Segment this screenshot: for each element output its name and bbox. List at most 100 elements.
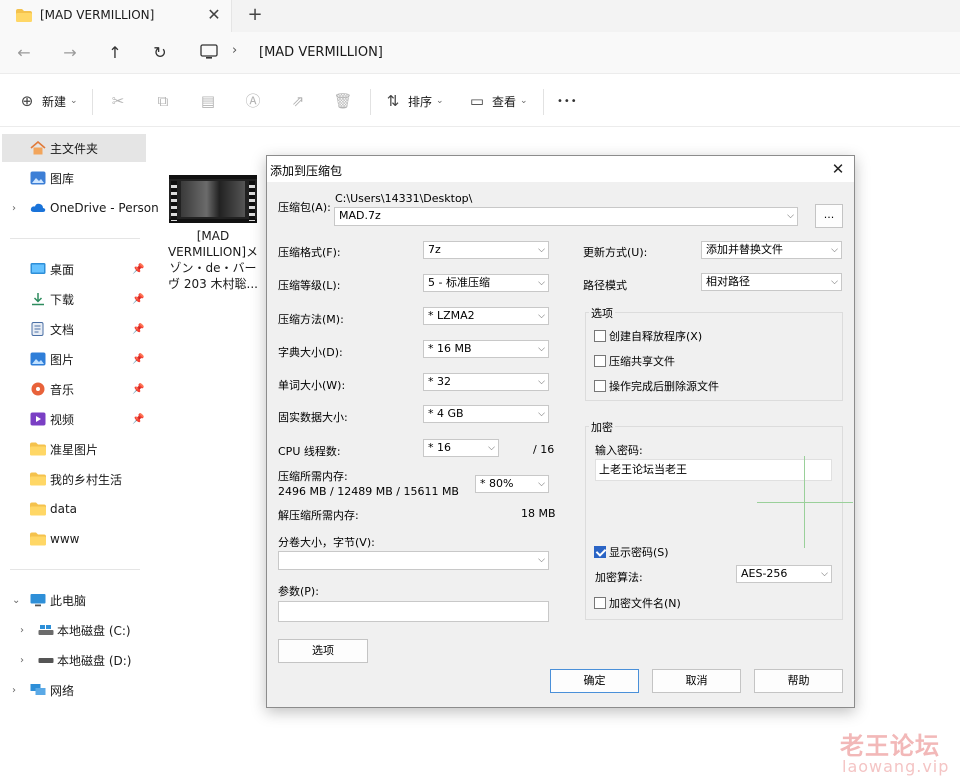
gallery-icon [30, 171, 46, 185]
sidebar-item-onedrive[interactable]: › OneDrive - Person [0, 194, 159, 222]
options-button[interactable]: 选项 [278, 639, 368, 663]
cut-icon[interactable]: ✂ [107, 90, 129, 112]
word-select[interactable]: * 32 ⌵ [423, 373, 549, 391]
split-label: 分卷大小，字节(V): [278, 536, 375, 549]
breadcrumb-current[interactable]: [MAD VERMILLION] [259, 45, 383, 60]
chevron-down-icon: ⌵ [538, 245, 545, 255]
computer-icon[interactable] [200, 44, 218, 60]
paste-icon[interactable]: ▤ [197, 90, 219, 112]
create-sfx-checkbox[interactable]: 创建自释放程序(X) [594, 328, 702, 344]
pin-icon[interactable]: 📌 [132, 324, 144, 335]
password-input[interactable]: 上老王论坛当老王 [595, 459, 832, 481]
sidebar-item-drive-c[interactable]: › 本地磁盘 (C:) [0, 616, 150, 644]
file-name-line: [MAD [196, 229, 230, 243]
encryption-method-select[interactable]: AES-256 ⌵ [736, 565, 832, 583]
back-arrow-icon[interactable]: ← [12, 41, 36, 65]
pin-icon[interactable]: 📌 [132, 414, 144, 425]
method-select[interactable]: * LZMA2 ⌵ [423, 307, 549, 325]
ok-button[interactable]: 确定 [550, 669, 639, 693]
sidebar-item-gallery[interactable]: 图库 [0, 164, 150, 192]
sidebar-item-label: OneDrive - Person [50, 201, 159, 215]
sidebar-item-folder[interactable]: 准星图片 [0, 435, 150, 463]
sidebar-item-label: 桌面 [50, 262, 75, 277]
chevron-right-icon[interactable]: › [12, 685, 16, 696]
sidebar-item-network[interactable]: › 网络 [0, 676, 150, 704]
close-tab-icon[interactable]: ✕ [204, 4, 224, 26]
update-mode-value: 添加并替换文件 [706, 243, 783, 256]
pin-icon[interactable]: 📌 [132, 354, 144, 365]
pin-icon[interactable]: 📌 [132, 294, 144, 305]
delete-after-checkbox[interactable]: 操作完成后删除源文件 [594, 378, 719, 394]
folder-icon [30, 442, 46, 456]
drive-icon [38, 625, 54, 635]
checkbox-box [594, 380, 606, 392]
sidebar-item-videos[interactable]: 视频 📌 [0, 405, 150, 433]
chevron-right-icon[interactable]: › [12, 203, 16, 214]
copy-icon[interactable]: ⧉ [152, 90, 174, 112]
sidebar-item-label: 本地磁盘 (D:) [57, 653, 132, 668]
refresh-icon[interactable]: ↻ [148, 41, 172, 65]
sidebar-item-folder[interactable]: www [0, 525, 150, 553]
sidebar-item-downloads[interactable]: 下载 📌 [0, 285, 150, 313]
sort-button[interactable]: ⇅ 排序 ⌄ [384, 89, 444, 113]
tab-mad-vermillion[interactable]: [MAD VERMILLION] ✕ [0, 0, 232, 32]
share-icon[interactable]: ⇗ [287, 90, 309, 112]
path-mode-select[interactable]: 相对路径 ⌵ [701, 273, 842, 291]
format-select[interactable]: 7z ⌵ [423, 241, 549, 259]
tab-bar: [MAD VERMILLION] ✕ + [0, 0, 960, 32]
sidebar-item-music[interactable]: 音乐 📌 [0, 375, 150, 403]
sidebar-item-home[interactable]: 主文件夹 [2, 134, 146, 162]
more-options-icon[interactable]: ••• [557, 89, 578, 113]
cpu-label: CPU 线程数: [278, 445, 341, 458]
sidebar-item-label: data [50, 502, 78, 516]
solid-value: * 4 GB [428, 407, 464, 420]
memory-percent-select[interactable]: * 80% ⌵ [475, 475, 549, 493]
solid-select[interactable]: * 4 GB ⌵ [423, 405, 549, 423]
compress-shared-checkbox[interactable]: 压缩共享文件 [594, 353, 675, 369]
chevron-right-icon[interactable]: › [20, 655, 24, 666]
chevron-right-icon[interactable]: › [20, 625, 24, 636]
sidebar-item-pictures[interactable]: 图片 📌 [0, 345, 150, 373]
navigation-pane: 主文件夹 图库 › OneDrive - Person 桌面 📌 下载 📌 文档… [0, 127, 159, 782]
film-perforation [249, 181, 255, 221]
new-tab-icon[interactable]: + [244, 4, 266, 26]
browse-button[interactable]: ... [815, 204, 843, 228]
archive-name-field[interactable]: MAD.7z ⌵ [334, 207, 798, 226]
sidebar-item-this-pc[interactable]: ⌄ 此电脑 [0, 586, 150, 614]
video-icon [30, 412, 46, 426]
params-input[interactable] [278, 601, 549, 622]
music-icon [31, 382, 45, 396]
delete-icon[interactable]: 🗑 [332, 90, 354, 112]
up-arrow-icon[interactable]: ↑ [103, 41, 127, 65]
sidebar-item-documents[interactable]: 文档 📌 [0, 315, 150, 343]
chevron-down-icon: ⌄ [70, 96, 78, 106]
forward-arrow-icon[interactable]: → [58, 41, 82, 65]
sidebar-item-drive-d[interactable]: › 本地磁盘 (D:) [0, 646, 150, 674]
cpu-select[interactable]: * 16 ⌵ [423, 439, 499, 457]
sidebar-item-folder[interactable]: data [0, 495, 150, 523]
chevron-down-icon: ⌵ [538, 409, 545, 419]
update-mode-select[interactable]: 添加并替换文件 ⌵ [701, 241, 842, 259]
file-name[interactable]: [MAD VERMILLION]メ ゾン・de・バー ヴ 203 木村聡... [163, 228, 263, 292]
encrypt-filenames-checkbox[interactable]: 加密文件名(N) [594, 595, 681, 611]
chevron-down-icon: ⌄ [436, 96, 444, 106]
sidebar-item-folder[interactable]: 我的乡村生活 [0, 465, 150, 493]
archive-name-value: MAD.7z [339, 209, 381, 222]
pin-icon[interactable]: 📌 [132, 384, 144, 395]
sidebar-item-desktop[interactable]: 桌面 📌 [0, 255, 150, 283]
level-select[interactable]: 5 - 标准压缩 ⌵ [423, 274, 549, 292]
dict-select[interactable]: * 16 MB ⌵ [423, 340, 549, 358]
chevron-down-icon[interactable]: ⌄ [12, 595, 20, 606]
chevron-down-icon: ⌵ [488, 443, 495, 453]
file-name-line: ゾン・de・バー [169, 261, 257, 275]
new-button[interactable]: ⊕ 新建 ⌄ [18, 89, 78, 113]
help-button[interactable]: 帮助 [754, 669, 843, 693]
show-password-checkbox[interactable]: 显示密码(S) [594, 544, 669, 560]
view-button[interactable]: ▭ 查看 ⌄ [468, 89, 528, 113]
video-file-thumbnail[interactable] [169, 175, 257, 223]
pin-icon[interactable]: 📌 [132, 264, 144, 275]
split-size-select[interactable]: ⌵ [278, 551, 549, 570]
rename-icon[interactable]: Ⓐ [242, 90, 264, 112]
close-icon[interactable]: ✕ [825, 158, 851, 180]
cancel-button[interactable]: 取消 [652, 669, 741, 693]
